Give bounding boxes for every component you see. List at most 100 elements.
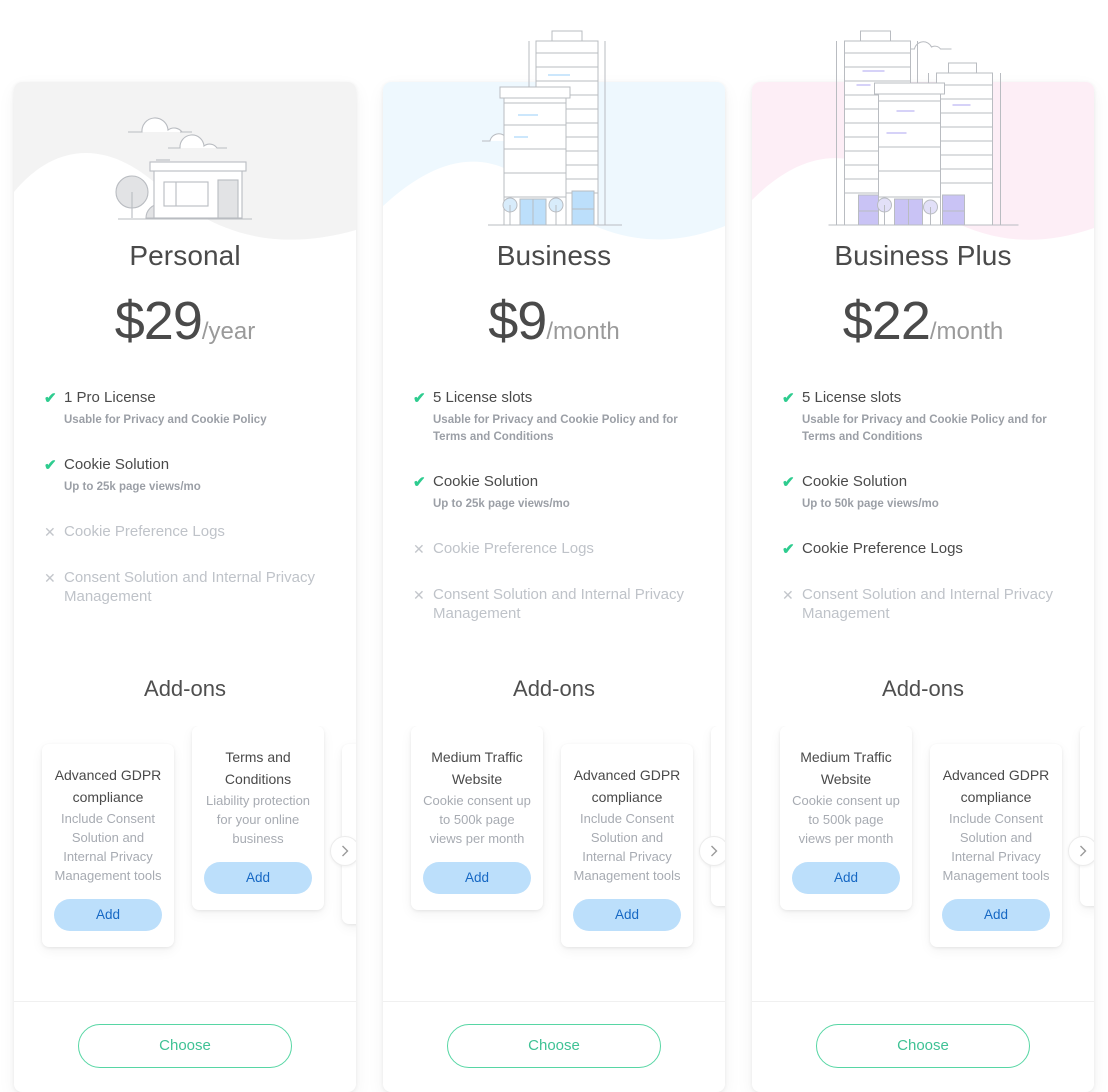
plan-footer: Choose <box>383 1001 725 1092</box>
plan-hero-personal <box>14 82 356 264</box>
price-unit: /month <box>546 318 620 345</box>
addon-card[interactable]: Advanced GDPR compliance Include Consent… <box>42 744 174 947</box>
addon-add-button[interactable]: Add <box>573 899 681 931</box>
feature-title: 1 Pro License <box>64 389 156 406</box>
feature-title: Consent Solution and Internal Privacy Ma… <box>64 569 315 605</box>
addon-card[interactable]: Advanced GDPR compliance Include Consent… <box>561 744 693 947</box>
addon-card[interactable]: Advanced GDPR compliance Include Consent… <box>930 744 1062 947</box>
plan-footer: Choose <box>752 1001 1094 1092</box>
addon-add-button[interactable]: Add <box>423 862 531 894</box>
addon-card[interactable]: Medium Traffic Website Cookie consent up… <box>411 726 543 910</box>
addon-add-button[interactable]: Add <box>942 899 1050 931</box>
check-icon: ✔ <box>44 457 57 474</box>
feature-title: Consent Solution and Internal Privacy Ma… <box>802 586 1053 622</box>
addon-description: Cookie consent up to 500k page views per… <box>423 793 531 846</box>
choose-button[interactable]: Choose <box>78 1024 292 1068</box>
feature-subtitle: Up to 25k page views/mo <box>64 481 201 493</box>
cross-icon: ✕ <box>782 587 794 603</box>
plan-price: $9/month <box>383 290 725 352</box>
addons-heading: Add-ons <box>513 676 595 701</box>
feature-title: Cookie Solution <box>64 456 170 473</box>
feature-title: Cookie Preference Logs <box>802 540 963 557</box>
choose-button[interactable]: Choose <box>447 1024 661 1068</box>
cross-icon: ✕ <box>44 524 56 540</box>
cross-icon: ✕ <box>413 587 425 603</box>
choose-button[interactable]: Choose <box>816 1024 1030 1068</box>
plan-price: $22/month <box>752 290 1094 352</box>
cross-icon: ✕ <box>413 541 425 557</box>
feature-list: ✔ 5 License slots Usable for Privacy and… <box>383 388 725 646</box>
addons-track: Advanced GDPR compliance Include Consent… <box>42 726 356 947</box>
plan-hero-business-plus <box>752 82 1094 264</box>
carousel-next-button[interactable] <box>1068 836 1094 866</box>
feature-title: Cookie Solution <box>802 473 908 490</box>
feature-item: ✕ Consent Solution and Internal Privacy … <box>44 568 328 606</box>
check-icon: ✔ <box>782 390 795 407</box>
check-icon: ✔ <box>782 541 795 558</box>
addon-description: Include Consent Solution and Internal Pr… <box>573 811 681 883</box>
addon-description: Include Consent Solution and Internal Pr… <box>942 811 1050 883</box>
price-amount: $29 <box>114 291 203 351</box>
addon-add-button[interactable]: Add <box>204 862 312 894</box>
feature-item: ✕ Consent Solution and Internal Privacy … <box>413 585 697 623</box>
plan-title: Business <box>496 240 612 271</box>
chevron-right-icon <box>711 845 718 857</box>
price-unit: /year <box>201 318 256 345</box>
plan-card-personal[interactable]: Personal $29/year ✔ 1 Pro License Usable… <box>14 82 356 1092</box>
addon-card-partial[interactable] <box>342 744 356 924</box>
addon-card[interactable]: Medium Traffic Website Cookie consent up… <box>780 726 912 910</box>
addon-title: Advanced GDPR compliance <box>54 767 162 805</box>
addons-carousel[interactable]: Medium Traffic Website Cookie consent up… <box>383 726 725 976</box>
addon-description: Include Consent Solution and Internal Pr… <box>54 811 162 883</box>
plan-hero-business <box>383 82 725 264</box>
feature-item: ✕ Consent Solution and Internal Privacy … <box>782 585 1066 623</box>
feature-title: Consent Solution and Internal Privacy Ma… <box>433 586 684 622</box>
feature-title: Cookie Preference Logs <box>433 540 594 557</box>
addon-add-button[interactable]: Add <box>54 899 162 931</box>
feature-subtitle: Usable for Privacy and Cookie Policy and… <box>433 414 678 443</box>
addon-card[interactable]: Terms and Conditions Liability protectio… <box>192 726 324 910</box>
feature-title: Cookie Preference Logs <box>64 523 225 540</box>
feature-subtitle: Up to 50k page views/mo <box>802 498 939 510</box>
addons-carousel[interactable]: Advanced GDPR compliance Include Consent… <box>14 726 356 976</box>
addon-title: Medium Traffic Website <box>431 749 523 787</box>
feature-subtitle: Usable for Privacy and Cookie Policy and… <box>802 414 1047 443</box>
price-unit: /month <box>929 318 1004 345</box>
feature-subtitle: Up to 25k page views/mo <box>433 498 570 510</box>
addons-carousel[interactable]: Medium Traffic Website Cookie consent up… <box>752 726 1094 976</box>
addons-heading: Add-ons <box>882 676 964 701</box>
plan-footer: Choose <box>14 1001 356 1092</box>
addon-description: Liability protection for your online bus… <box>205 793 311 846</box>
addon-title: Medium Traffic Website <box>800 749 892 787</box>
addon-title: Advanced GDPR compliance <box>573 767 681 805</box>
addons-track: Medium Traffic Website Cookie consent up… <box>411 726 725 947</box>
plan-title: Personal <box>129 240 241 271</box>
addon-card-partial[interactable] <box>711 726 725 906</box>
addon-description: Cookie consent up to 500k page views per… <box>792 793 900 846</box>
feature-title: 5 License slots <box>433 389 533 406</box>
check-icon: ✔ <box>44 390 57 407</box>
plan-title: Business Plus <box>834 240 1012 271</box>
plan-price: $29/year <box>14 290 356 352</box>
carousel-next-button[interactable] <box>330 836 356 866</box>
addons-heading: Add-ons <box>144 676 226 701</box>
feature-item: ✔ 5 License slots Usable for Privacy and… <box>413 388 697 446</box>
feature-item: ✔ Cookie Preference Logs <box>782 539 1066 559</box>
chevron-right-icon <box>1080 845 1087 857</box>
feature-title: Cookie Solution <box>433 473 539 490</box>
feature-item: ✔ 5 License slots Usable for Privacy and… <box>782 388 1066 446</box>
check-icon: ✔ <box>413 390 426 407</box>
feature-item: ✔ Cookie Solution Up to 25k page views/m… <box>413 472 697 513</box>
feature-item: ✔ Cookie Solution Up to 25k page views/m… <box>44 455 328 496</box>
feature-item: ✕ Cookie Preference Logs <box>413 539 697 559</box>
addon-title: Terms and Conditions <box>224 749 292 787</box>
pricing-plans-container: Personal $29/year ✔ 1 Pro License Usable… <box>0 0 1108 1092</box>
addon-card-partial[interactable] <box>1080 726 1094 906</box>
plan-card-business-plus[interactable]: Business Plus $22/month ✔ 5 License slot… <box>752 30 1094 1092</box>
feature-subtitle: Usable for Privacy and Cookie Policy <box>64 414 267 426</box>
check-icon: ✔ <box>413 474 426 491</box>
carousel-next-button[interactable] <box>699 836 725 866</box>
chevron-right-icon <box>342 845 349 857</box>
plan-card-business[interactable]: Business $9/month ✔ 5 License slots Usab… <box>383 30 725 1092</box>
addon-add-button[interactable]: Add <box>792 862 900 894</box>
